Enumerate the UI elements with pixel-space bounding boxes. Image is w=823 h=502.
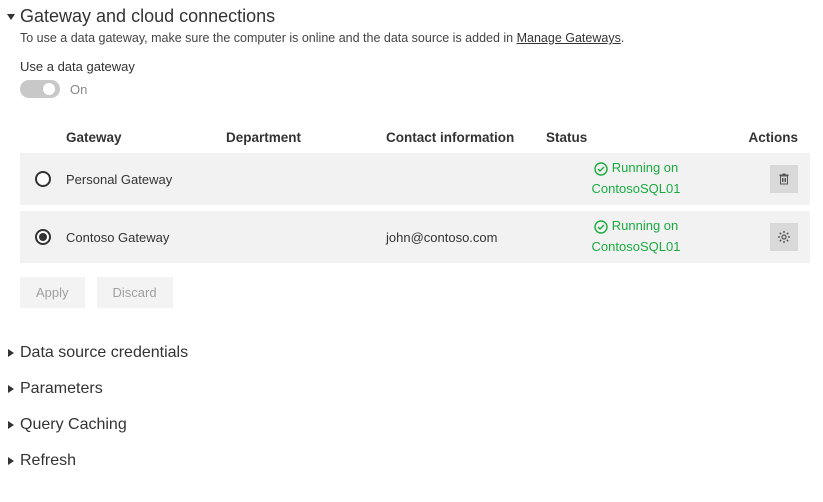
section-header-gateway[interactable]: Gateway and cloud connections xyxy=(6,6,813,27)
section-header-query-caching[interactable]: Query Caching xyxy=(6,416,813,434)
help-text-prefix: To use a data gateway, make sure the com… xyxy=(20,31,517,45)
col-header-gateway: Gateway xyxy=(66,130,226,145)
section-title: Refresh xyxy=(20,452,76,470)
apply-button[interactable]: Apply xyxy=(20,277,85,308)
delete-button[interactable] xyxy=(770,165,798,193)
gateway-contact: john@contoso.com xyxy=(386,230,546,245)
toggle-knob xyxy=(43,83,55,95)
caret-right-icon xyxy=(6,348,16,358)
help-text-suffix: . xyxy=(621,31,624,45)
status-text-line1: Running on xyxy=(612,218,679,235)
caret-right-icon xyxy=(6,384,16,394)
gear-icon xyxy=(777,230,791,244)
col-header-department: Department xyxy=(226,130,386,145)
gateway-table: Gateway Department Contact information S… xyxy=(20,122,810,263)
section-title: Data source credentials xyxy=(20,344,188,362)
help-text: To use a data gateway, make sure the com… xyxy=(20,31,813,45)
gateway-status: Running on ContosoSQL01 xyxy=(546,160,726,197)
status-text-line1: Running on xyxy=(612,160,679,177)
manage-gateways-link[interactable]: Manage Gateways xyxy=(517,31,621,45)
caret-down-icon xyxy=(6,12,16,22)
col-header-status: Status xyxy=(546,130,726,145)
section-header-parameters[interactable]: Parameters xyxy=(6,380,813,398)
gateway-name: Personal Gateway xyxy=(66,172,226,187)
section-title: Query Caching xyxy=(20,416,127,434)
section-title: Gateway and cloud connections xyxy=(20,6,275,27)
check-circle-icon xyxy=(594,220,608,234)
section-header-credentials[interactable]: Data source credentials xyxy=(6,344,813,362)
settings-button[interactable] xyxy=(770,223,798,251)
section-header-refresh[interactable]: Refresh xyxy=(6,452,813,470)
caret-right-icon xyxy=(6,420,16,430)
status-text-line2: ContosoSQL01 xyxy=(546,239,726,256)
table-header-row: Gateway Department Contact information S… xyxy=(20,122,810,153)
caret-right-icon xyxy=(6,456,16,466)
toggle-label: Use a data gateway xyxy=(20,59,813,74)
col-header-actions: Actions xyxy=(726,130,810,145)
gateway-radio[interactable] xyxy=(35,229,51,245)
gateway-status: Running on ContosoSQL01 xyxy=(546,218,726,255)
discard-button[interactable]: Discard xyxy=(97,277,173,308)
section-title: Parameters xyxy=(20,380,103,398)
use-gateway-toggle[interactable] xyxy=(20,80,60,98)
table-row: Personal Gateway Running on ContosoSQL01 xyxy=(20,153,810,205)
gateway-radio[interactable] xyxy=(35,171,51,187)
gateway-name: Contoso Gateway xyxy=(66,230,226,245)
status-text-line2: ContosoSQL01 xyxy=(546,181,726,198)
check-circle-icon xyxy=(594,162,608,176)
col-header-contact: Contact information xyxy=(386,130,546,145)
table-row: Contoso Gateway john@contoso.com Running… xyxy=(20,211,810,263)
trash-icon xyxy=(777,172,791,186)
toggle-state-text: On xyxy=(70,82,87,97)
